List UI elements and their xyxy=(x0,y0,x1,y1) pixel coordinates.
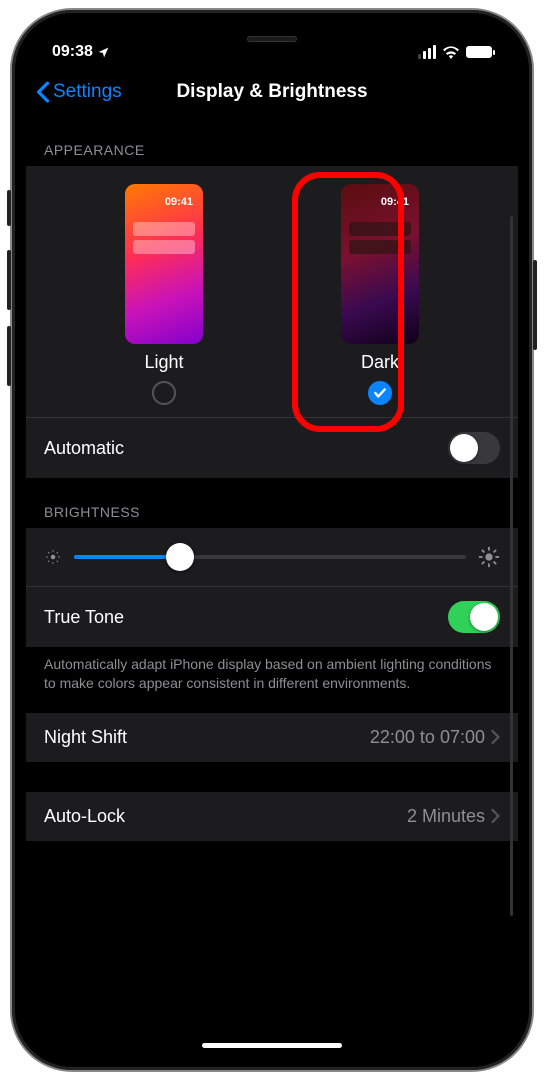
autolock-value: 2 Minutes xyxy=(407,806,485,827)
appearance-option-light[interactable]: 09:41 Light xyxy=(125,184,203,405)
appearance-option-dark[interactable]: 09:41 Dark xyxy=(341,184,419,405)
nightshift-cell[interactable]: Night Shift 22:00 to 07:00 xyxy=(26,713,518,762)
appearance-group: 09:41 Light 09:41 Dark xyxy=(26,166,518,478)
brightness-thumb[interactable] xyxy=(166,543,194,571)
status-time: 09:38 xyxy=(52,43,93,61)
autolock-label: Auto-Lock xyxy=(44,806,125,827)
battery-icon xyxy=(466,46,492,58)
automatic-cell[interactable]: Automatic xyxy=(26,417,518,478)
nightshift-group: Night Shift 22:00 to 07:00 xyxy=(26,713,518,762)
content: APPEARANCE 09:41 Light 09:41 xyxy=(26,116,518,1056)
brightness-header: BRIGHTNESS xyxy=(26,478,518,528)
screen: 09:38 Settings Display & Brightness APPE… xyxy=(26,24,518,1056)
automatic-toggle[interactable] xyxy=(448,432,500,464)
appearance-header: APPEARANCE xyxy=(26,116,518,166)
brightness-fill xyxy=(74,555,180,559)
back-button[interactable]: Settings xyxy=(36,81,122,103)
light-label: Light xyxy=(144,352,183,373)
light-radio[interactable] xyxy=(152,381,176,405)
dark-label: Dark xyxy=(361,352,399,373)
home-indicator[interactable] xyxy=(202,1043,342,1048)
phone-frame: 09:38 Settings Display & Brightness APPE… xyxy=(12,10,532,1070)
checkmark-icon xyxy=(373,386,387,400)
brightness-slider-row xyxy=(26,528,518,586)
chevron-right-icon xyxy=(491,729,500,745)
automatic-label: Automatic xyxy=(44,438,124,459)
cellular-signal-icon xyxy=(418,45,436,59)
wifi-icon xyxy=(442,46,460,59)
truetone-label: True Tone xyxy=(44,607,124,628)
autolock-group: Auto-Lock 2 Minutes xyxy=(26,792,518,841)
autolock-cell[interactable]: Auto-Lock 2 Minutes xyxy=(26,792,518,841)
chevron-right-icon xyxy=(491,808,500,824)
dark-preview: 09:41 xyxy=(341,184,419,344)
truetone-description: Automatically adapt iPhone display based… xyxy=(26,647,518,713)
light-preview: 09:41 xyxy=(125,184,203,344)
page-title: Display & Brightness xyxy=(176,81,367,103)
nightshift-label: Night Shift xyxy=(44,727,127,748)
sun-high-icon xyxy=(478,546,500,568)
nightshift-value: 22:00 to 07:00 xyxy=(370,727,485,748)
nav-header: Settings Display & Brightness xyxy=(26,68,518,116)
sun-low-icon xyxy=(44,548,62,566)
brightness-slider[interactable] xyxy=(74,555,466,559)
back-label: Settings xyxy=(53,81,122,103)
notch xyxy=(167,24,377,54)
location-icon xyxy=(97,46,110,59)
truetone-cell[interactable]: True Tone xyxy=(26,586,518,647)
chevron-left-icon xyxy=(36,81,50,103)
truetone-toggle[interactable] xyxy=(448,601,500,633)
dark-radio[interactable] xyxy=(368,381,392,405)
brightness-group: True Tone xyxy=(26,528,518,647)
